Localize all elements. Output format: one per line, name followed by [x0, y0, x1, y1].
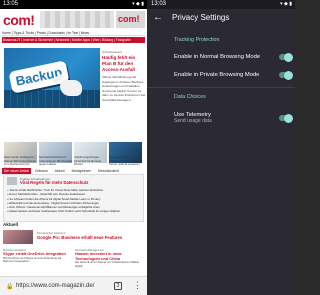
- teaser-text: Offene Identifizierung als Zugangsort: A…: [102, 75, 146, 102]
- section-heading-aktuell: Aktuell: [3, 222, 19, 227]
- toggle-knob: [284, 70, 293, 80]
- article-teaser[interactable]: Netzwerk-Management Huawei investiert in…: [75, 248, 143, 268]
- status-time: 13:05: [3, 1, 19, 7]
- section-header-data-choices: Data Choices: [174, 94, 206, 100]
- tile-caption[interactable]: Netzwerksicherheit im Unternehmen Mit Fi…: [39, 155, 73, 167]
- toggle-knob: [284, 113, 293, 123]
- article-thumbnail[interactable]: [3, 230, 33, 244]
- setting-label-private-mode[interactable]: Enable in Private Browsing Mode: [174, 71, 259, 79]
- toggle-knob: [284, 52, 293, 62]
- hero-image[interactable]: Backup: [4, 48, 100, 108]
- hero-teaser[interactable]: Onlinebackups Häufig fehlt ein Plan B fü…: [102, 50, 146, 110]
- toggle-telemetry[interactable]: [279, 113, 293, 123]
- url-text[interactable]: https://www.com-magazin.de/: [16, 282, 94, 291]
- news-box: Digitale Infrastrukturen Viral Regeln fü…: [3, 174, 144, 222]
- status-bar-right: 13:03 ▾ ◆ ▮: [147, 0, 295, 9]
- browser-pane: 13:05 ▾ ◆ ▮ com! com! Home | Tipps & Tri…: [0, 0, 147, 295]
- article-row: Browser-Assistenz Skype erhält OneDrive-…: [3, 248, 144, 270]
- article-teaser[interactable]: Browser-Assistenz Skype erhält OneDrive-…: [3, 248, 71, 264]
- toggle-private-mode[interactable]: [279, 70, 293, 80]
- toggle-normal-mode[interactable]: [279, 52, 293, 62]
- privacy-settings-pane: 13:03 ▾ ◆ ▮ ← Privacy Settings Tracking …: [147, 0, 295, 295]
- article-text: Mit OneDrive und Skype ist eine Anbindun…: [3, 255, 62, 264]
- news-title[interactable]: Viral Regeln für mehr Datenschutz: [20, 180, 88, 185]
- back-arrow-icon[interactable]: ←: [153, 12, 163, 24]
- keyboard-graphic: [4, 90, 100, 108]
- header-ad-logo[interactable]: com!: [116, 11, 145, 28]
- article-teaser[interactable]: Persönlicher Assistent Google Pix: Busin…: [3, 230, 144, 246]
- page-title: Privacy Settings: [172, 13, 230, 22]
- status-icons: ▾ ◆ ▮: [280, 1, 292, 7]
- site-logo[interactable]: com!: [3, 12, 35, 28]
- status-bar-left: 13:05 ▾ ◆ ▮: [0, 0, 147, 9]
- news-list: » Teams erhält Notizbücher: Tuch für Clo…: [7, 188, 144, 214]
- url-bar[interactable]: 🔒 https://www.com-magazin.de/ 3 ⋮: [0, 276, 147, 295]
- setting-label-normal-mode[interactable]: Enable in Normal Browsing Mode: [174, 53, 260, 61]
- status-time: 13:03: [151, 1, 167, 7]
- hand-cursor-graphic: [60, 80, 82, 96]
- site-category-nav[interactable]: Business-IT | Internet & Sicherheit | Ne…: [2, 37, 145, 43]
- news-thumbnail[interactable]: [7, 177, 17, 185]
- tile-caption[interactable]: Management im Unternehmen Windows Server…: [109, 155, 143, 167]
- tile-caption-row: Data Center Intelligence - Warum KRI Unt…: [4, 155, 144, 169]
- setting-sublabel-telemetry: Send usage data: [174, 118, 212, 124]
- article-text: Die Zukunft ist ein Kampf um Infrastrukt…: [75, 260, 140, 268]
- site-top-nav[interactable]: Home | Tipps & Tricks | Praxis | Downloa…: [2, 31, 145, 36]
- news-link[interactable]: » Datenmarkets wechsele Cashierasse Chef…: [7, 209, 144, 213]
- tile-caption[interactable]: Arbeitsumgebungen Sicherheit für Remote …: [74, 155, 108, 167]
- lock-icon: 🔒: [6, 284, 14, 290]
- site-header: com! com!: [0, 9, 147, 30]
- tab-counter-button[interactable]: 3: [114, 282, 122, 290]
- system-nav-area: [147, 283, 295, 295]
- ad-logo-text: com!: [118, 14, 140, 24]
- status-icons: ▾ ◆ ▮: [132, 1, 144, 7]
- section-divider: [147, 87, 295, 88]
- header-banner[interactable]: [40, 11, 114, 28]
- article-title[interactable]: Google Pix: Business erhält neue Feature…: [37, 235, 122, 240]
- more-menu-icon[interactable]: ⋮: [133, 280, 142, 291]
- teaser-title[interactable]: Häufig fehlt ein Plan B für den Access-A…: [102, 55, 146, 73]
- section-header-tracking: Tracking Protection: [174, 37, 220, 43]
